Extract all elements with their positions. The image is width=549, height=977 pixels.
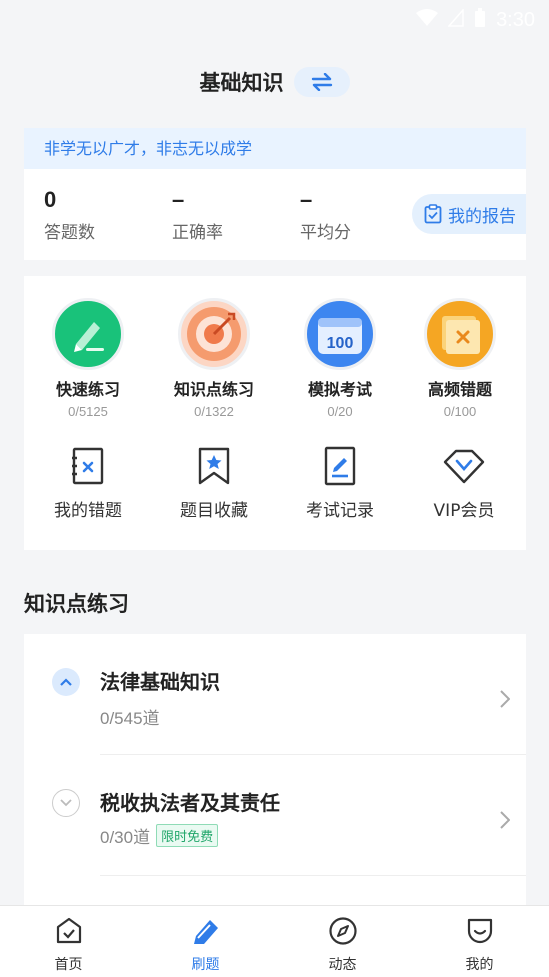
kp-title: 法律基础知识 xyxy=(100,670,220,694)
wifi-icon xyxy=(416,9,439,31)
status-time: 3:30 xyxy=(496,8,535,31)
list-item[interactable]: 税收执法者及其责任 0/30道 限时免费 xyxy=(24,755,526,876)
tool-title: 高频错题 xyxy=(427,380,492,399)
stat-label: 平均分 xyxy=(300,223,351,243)
tool-title: 知识点练习 xyxy=(173,380,254,399)
tab-label: 刷题 xyxy=(191,957,220,973)
tool-title: 模拟考试 xyxy=(307,380,372,399)
chevron-right-icon[interactable] xyxy=(500,690,511,712)
expand-icon[interactable] xyxy=(52,789,80,817)
vip-diamond-icon xyxy=(402,444,526,488)
tab-profile[interactable]: 我的 xyxy=(411,906,548,977)
tool-title: 快速练习 xyxy=(55,380,120,399)
vip-member-button[interactable]: VIP会员 xyxy=(402,444,526,521)
question-favorites-button[interactable]: 题目收藏 xyxy=(152,444,276,521)
switch-subject-button[interactable] xyxy=(293,67,350,97)
swap-icon xyxy=(311,73,332,91)
knowledge-point-list: 法律基础知识 0/545道 税收执法者及其责任 0/30道 限时免费 xyxy=(24,634,526,906)
tool-progress: 0/1322 xyxy=(194,404,234,419)
knowledge-practice-button[interactable]: 知识点练习 0/1322 xyxy=(152,298,276,419)
tool-label: 题目收藏 xyxy=(180,501,248,521)
tab-feed[interactable]: 动态 xyxy=(274,906,411,977)
kp-progress: 0/30道 限时免费 xyxy=(100,823,219,848)
wrong-questions-icon xyxy=(26,444,150,488)
tab-label: 动态 xyxy=(328,957,357,973)
stat-answered: 0 答题数 xyxy=(44,186,95,243)
error-box-icon xyxy=(424,298,496,370)
bookmark-star-icon xyxy=(152,444,276,488)
report-icon xyxy=(424,204,442,224)
tab-home[interactable]: 首页 xyxy=(0,906,137,977)
quick-practice-button[interactable]: 快速练习 0/5125 xyxy=(26,298,150,419)
calendar-100-icon: 100 xyxy=(304,298,376,370)
kp-count: 0/545道 xyxy=(100,709,160,728)
exam-records-button[interactable]: 考试记录 xyxy=(278,444,402,521)
tab-practice[interactable]: 刷题 xyxy=(137,906,274,977)
my-wrong-questions-button[interactable]: 我的错题 xyxy=(26,444,150,521)
battery-icon xyxy=(474,8,486,32)
stat-label: 答题数 xyxy=(44,223,95,243)
tool-label: VIP会员 xyxy=(433,501,495,521)
chevron-right-icon[interactable] xyxy=(500,811,511,833)
tool-progress: 0/20 xyxy=(327,404,353,419)
collapse-icon[interactable] xyxy=(52,668,80,696)
page-title: 基础知识 xyxy=(199,71,284,95)
tool-progress: 0/5125 xyxy=(68,404,108,419)
section-title: 知识点练习 xyxy=(24,592,129,616)
stats-card: 非学无以广才，非志无以成学 0 答题数 – 正确率 – 平均分 我的报告 xyxy=(24,128,526,260)
kp-title: 税收执法者及其责任 xyxy=(100,791,280,815)
kp-progress: 0/545道 xyxy=(100,704,160,729)
profile-icon xyxy=(411,914,548,948)
divider xyxy=(100,875,526,876)
my-report-button[interactable]: 我的报告 xyxy=(412,194,526,234)
calendar-100-text: 100 xyxy=(327,335,354,352)
stat-average: – 平均分 xyxy=(300,186,351,243)
list-item[interactable]: 法律基础知识 0/545道 xyxy=(24,634,526,755)
frequent-errors-button[interactable]: 高频错题 0/100 xyxy=(398,298,522,419)
tab-label: 首页 xyxy=(54,957,83,973)
kp-count: 0/30道 xyxy=(100,828,151,847)
practice-icon xyxy=(137,914,274,948)
pencil-icon xyxy=(52,298,124,370)
tool-label: 考试记录 xyxy=(306,501,374,521)
stat-accuracy: – 正确率 xyxy=(172,186,223,243)
signal-icon xyxy=(447,8,464,31)
tool-label: 我的错题 xyxy=(54,501,122,521)
mock-exam-button[interactable]: 100 模拟考试 0/20 xyxy=(278,298,402,419)
target-icon xyxy=(178,298,250,370)
exam-record-icon xyxy=(278,444,402,488)
stat-value: – xyxy=(172,187,185,212)
page-header: 基础知识 xyxy=(0,64,549,100)
motto-banner: 非学无以广才，非志无以成学 xyxy=(24,128,526,169)
compass-icon xyxy=(274,914,411,948)
stat-value: – xyxy=(300,187,313,212)
stat-value: 0 xyxy=(44,187,57,212)
stat-label: 正确率 xyxy=(172,223,223,243)
tab-label: 我的 xyxy=(465,957,494,973)
my-report-label: 我的报告 xyxy=(448,206,516,227)
free-badge: 限时免费 xyxy=(156,824,219,847)
home-icon xyxy=(0,914,137,948)
status-bar: 3:30 xyxy=(0,0,549,40)
bottom-tab-bar: 首页 刷题 动态 我的 xyxy=(0,905,549,977)
practice-tools-card: 快速练习 0/5125 知识点练习 0/1322 100 模拟考试 0/20 高… xyxy=(24,276,526,550)
tool-progress: 0/100 xyxy=(443,404,477,419)
